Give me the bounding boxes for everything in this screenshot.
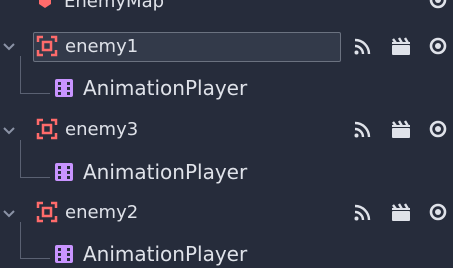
chevron-down-icon[interactable] — [2, 207, 16, 221]
eye-icon[interactable] — [428, 36, 448, 56]
clapper-icon[interactable] — [390, 203, 412, 223]
chevron-down-icon[interactable] — [2, 40, 16, 54]
node-label: enemy2 — [65, 202, 139, 223]
animation-player-icon — [55, 163, 73, 181]
node-icon — [36, 201, 58, 223]
child-label: AnimationPlayer — [83, 76, 248, 100]
signal-icon[interactable] — [353, 121, 371, 139]
child-label: AnimationPlayer — [83, 160, 248, 184]
animation-player-icon — [55, 79, 73, 97]
signal-icon[interactable] — [353, 38, 371, 56]
partial-node-label: EnemyMap — [64, 0, 165, 12]
tree-row-animationplayer[interactable]: AnimationPlayer — [0, 152, 453, 192]
chevron-down-icon[interactable] — [2, 124, 16, 138]
animation-player-icon — [55, 245, 73, 263]
eye-icon[interactable] — [428, 202, 448, 222]
clapper-icon[interactable] — [390, 120, 412, 140]
tree-row-animationplayer[interactable]: AnimationPlayer — [0, 68, 453, 108]
tree-row-enemy1[interactable]: enemy1 — [0, 26, 453, 66]
tree-row-enemy2[interactable]: enemy2 — [0, 193, 453, 233]
node-icon — [36, 35, 58, 57]
eye-icon[interactable] — [428, 0, 448, 10]
child-label: AnimationPlayer — [83, 242, 248, 266]
signal-icon[interactable] — [353, 204, 371, 222]
node-label: enemy1 — [65, 36, 139, 57]
tree-row-partial[interactable]: EnemyMap — [0, 0, 453, 12]
tree-row-animationplayer[interactable]: AnimationPlayer — [0, 234, 453, 268]
tree-row-enemy3[interactable]: enemy3 — [0, 110, 453, 150]
clapper-icon[interactable] — [390, 37, 412, 57]
scene-tree: EnemyMap enemy1 AnimationPlayer enemy3 A… — [0, 0, 453, 268]
node-icon — [36, 118, 58, 140]
node-label: enemy3 — [65, 119, 139, 140]
node-icon — [39, 0, 51, 8]
eye-icon[interactable] — [428, 119, 448, 139]
